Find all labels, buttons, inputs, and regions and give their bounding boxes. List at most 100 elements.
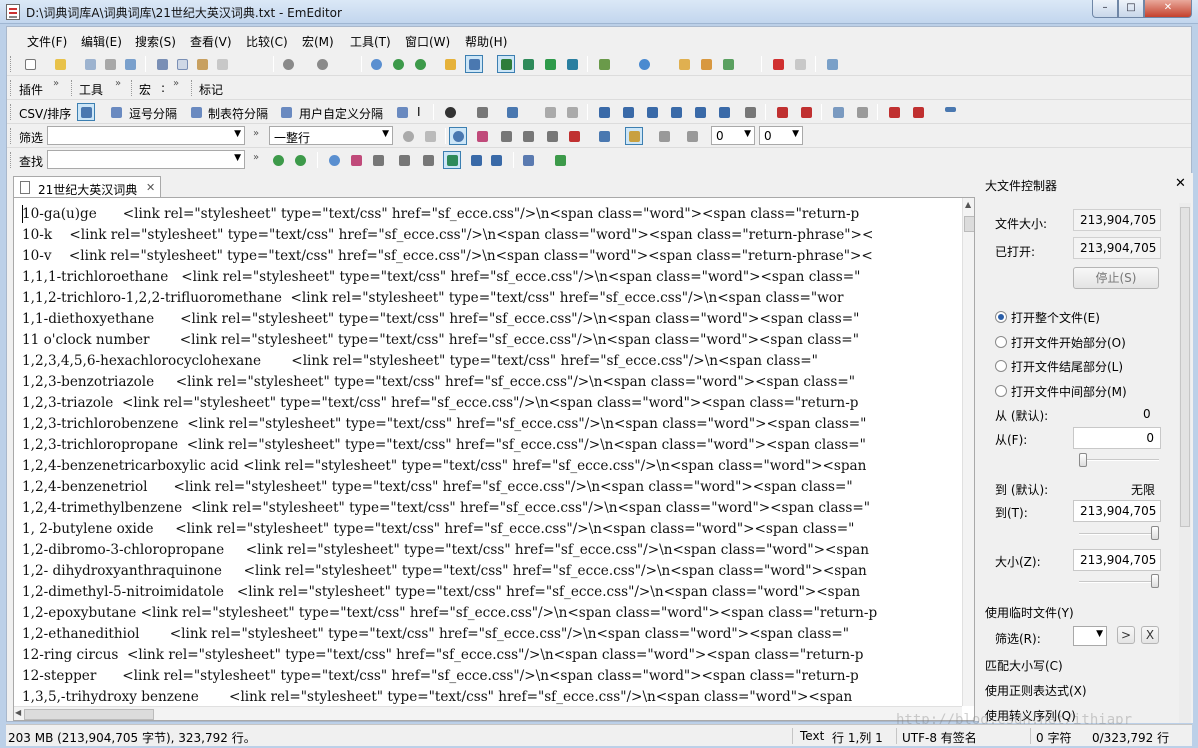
editor-line[interactable]: 1,2-epoxybutane <link rel="stylesheet" t… bbox=[22, 603, 962, 624]
sort-num-asc-icon[interactable] bbox=[643, 103, 661, 121]
tab-separated-button[interactable]: 制表符分隔 bbox=[208, 105, 268, 122]
editor-line[interactable]: 12-ring circus <link rel="stylesheet" ty… bbox=[22, 645, 962, 666]
app-icon[interactable] bbox=[6, 4, 20, 20]
editor-line[interactable]: 1,2,4-benzenetricarboxylic acid <link re… bbox=[22, 456, 962, 477]
marker-icon[interactable] bbox=[697, 55, 715, 73]
radio-open-end[interactable] bbox=[995, 360, 1007, 372]
sort-custom-icon[interactable] bbox=[741, 103, 759, 121]
radio-open-middle[interactable] bbox=[995, 385, 1007, 397]
clear-filter-button[interactable]: X bbox=[1141, 626, 1159, 644]
abc-icon[interactable] bbox=[773, 103, 791, 121]
editor-line[interactable]: 1,2,3,4,5,6-hexachlorocyclohexane <link … bbox=[22, 351, 962, 372]
editor-line[interactable]: 1,2,3-trichlorobenzene <link rel="styles… bbox=[22, 414, 962, 435]
delete-icon[interactable] bbox=[213, 55, 231, 73]
find-options-icon[interactable] bbox=[519, 151, 537, 169]
edit-pencil-icon[interactable] bbox=[675, 55, 693, 73]
text-editor[interactable]: 10-ga(u)ge <link rel="stylesheet" type="… bbox=[13, 197, 975, 721]
new-file-icon[interactable] bbox=[21, 55, 39, 73]
chevron-icon[interactable]: » bbox=[173, 78, 179, 89]
filter-search-icon[interactable] bbox=[449, 127, 467, 145]
sort-num-desc-icon[interactable] bbox=[667, 103, 685, 121]
comma-separated-button[interactable]: 逗号分隔 bbox=[129, 105, 177, 122]
radio-open-begin-label[interactable]: 打开文件开始部分(O) bbox=[1011, 334, 1126, 351]
grid-icon[interactable] bbox=[541, 103, 559, 121]
sort-len-desc-icon[interactable] bbox=[715, 103, 733, 121]
filter-r-select[interactable]: ▼ bbox=[1073, 626, 1107, 646]
find-in-files-icon[interactable] bbox=[441, 55, 459, 73]
arrange-icon[interactable] bbox=[563, 55, 581, 73]
editor-line[interactable]: 1,1-diethoxyethane <link rel="stylesheet… bbox=[22, 309, 962, 330]
tools-label[interactable]: 工具 bbox=[79, 81, 103, 98]
checklist-icon[interactable] bbox=[719, 55, 737, 73]
menu-file[interactable]: 文件(F) bbox=[27, 33, 67, 50]
dropdown-arrow-icon[interactable]: ▼ bbox=[382, 129, 389, 139]
from-slider-track[interactable] bbox=[1079, 459, 1159, 461]
to-slider-track[interactable] bbox=[1079, 533, 1159, 535]
bookmark-label[interactable]: 标记 bbox=[199, 81, 223, 98]
toolbar-grip[interactable] bbox=[10, 80, 13, 96]
apply-filter-button[interactable]: > bbox=[1117, 626, 1135, 644]
radio-open-all[interactable] bbox=[995, 311, 1007, 323]
editor-line[interactable]: 1,1,2-trichloro-1,2,2-trifluoromethane <… bbox=[22, 288, 962, 309]
toolbar-grip[interactable] bbox=[131, 80, 134, 96]
find-wrap-icon[interactable] bbox=[443, 151, 461, 169]
from-slider-thumb[interactable] bbox=[1079, 453, 1087, 467]
status-position[interactable]: 行 1,列 1 bbox=[832, 729, 883, 746]
sync-scroll-icon[interactable] bbox=[519, 55, 537, 73]
toolbar-grip[interactable] bbox=[10, 56, 13, 72]
editor-line[interactable]: 10-v <link rel="stylesheet" type="text/c… bbox=[22, 246, 962, 267]
regex-option[interactable]: 使用正则表达式(X) bbox=[985, 682, 1087, 699]
find-up-icon[interactable] bbox=[291, 151, 309, 169]
redo-icon[interactable] bbox=[313, 55, 331, 73]
close-panel-icon[interactable]: ✕ bbox=[1175, 176, 1186, 191]
maximize-button[interactable]: □ bbox=[1118, 0, 1144, 18]
to-slider-thumb[interactable] bbox=[1151, 526, 1159, 540]
editor-line[interactable]: 12-stepper <link rel="stylesheet" type="… bbox=[22, 666, 962, 687]
find-list-icon[interactable] bbox=[487, 151, 505, 169]
dropdown-arrow-icon[interactable]: ▼ bbox=[792, 129, 799, 139]
editor-line[interactable]: 1,3,5,-trihydroxy benzene <link rel="sty… bbox=[22, 687, 962, 708]
refresh-icon[interactable] bbox=[541, 55, 559, 73]
editor-line[interactable]: 1,2,3-triazole <link rel="stylesheet" ty… bbox=[22, 393, 962, 414]
editor-line[interactable]: 10-k <link rel="stylesheet" type="text/c… bbox=[22, 225, 962, 246]
panel-scroll-thumb[interactable] bbox=[1180, 207, 1190, 527]
dropdown-arrow-icon[interactable]: ▼ bbox=[1096, 629, 1103, 639]
open-folder-icon[interactable] bbox=[51, 55, 69, 73]
editor-line[interactable]: 10-ga(u)ge <link rel="stylesheet" type="… bbox=[22, 204, 962, 225]
doc-tab[interactable]: 21世纪大英汉词典 ✕ bbox=[13, 176, 161, 198]
editor-line[interactable]: 1,2-dibromo-3-chloropropane <link rel="s… bbox=[22, 540, 962, 561]
editor-line[interactable]: 1,1,1-trichloroethane <link rel="stylesh… bbox=[22, 267, 962, 288]
chevron-icon[interactable]: » bbox=[53, 78, 59, 89]
chevron-icon[interactable]: » bbox=[253, 152, 259, 163]
find-input[interactable]: ▼ bbox=[47, 150, 245, 169]
sort-asc-icon[interactable] bbox=[595, 103, 613, 121]
paste-icon[interactable] bbox=[193, 55, 211, 73]
globe-icon[interactable] bbox=[635, 55, 653, 73]
find-word-icon[interactable] bbox=[419, 151, 437, 169]
horizontal-scrollbar[interactable]: ◀ bbox=[14, 706, 962, 720]
find-prev-icon[interactable] bbox=[411, 55, 429, 73]
size-slider-track[interactable] bbox=[1079, 581, 1159, 583]
ruler-icon[interactable] bbox=[941, 103, 959, 121]
find-escape-icon[interactable] bbox=[395, 151, 413, 169]
image-icon[interactable] bbox=[797, 103, 815, 121]
find-case-icon[interactable] bbox=[347, 151, 365, 169]
editor-line[interactable]: 1,2,4-benzenetriol <link rel="stylesheet… bbox=[22, 477, 962, 498]
editor-line[interactable]: 1,2,3-trichloropropane <link rel="styles… bbox=[22, 435, 962, 456]
editor-line[interactable]: 1,2,3-benzotriazole <link rel="styleshee… bbox=[22, 372, 962, 393]
menu-macro[interactable]: 宏(M) bbox=[302, 33, 334, 50]
chevron-icon[interactable]: » bbox=[115, 78, 121, 89]
plugins-label[interactable]: 插件 bbox=[19, 81, 43, 98]
status-encoding[interactable]: UTF-8 有签名 bbox=[902, 729, 977, 746]
match-case-icon[interactable] bbox=[473, 127, 491, 145]
size-input[interactable]: 213,904,705 bbox=[1073, 549, 1161, 571]
find-regex-icon[interactable] bbox=[369, 151, 387, 169]
compare-icon[interactable] bbox=[829, 103, 847, 121]
filter-input[interactable]: ▼ bbox=[47, 126, 245, 145]
csv-mode-icon[interactable] bbox=[77, 103, 95, 121]
cut-icon[interactable] bbox=[153, 55, 171, 73]
undo-icon[interactable] bbox=[279, 55, 297, 73]
editor-line[interactable]: 11 o'clock number <link rel="stylesheet"… bbox=[22, 330, 962, 351]
clear-filter-icon[interactable] bbox=[421, 127, 439, 145]
add-icon[interactable] bbox=[441, 103, 459, 121]
